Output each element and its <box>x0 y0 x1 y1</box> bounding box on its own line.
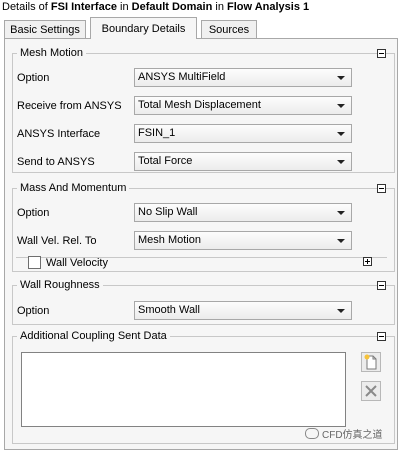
chevron-down-icon <box>337 160 345 164</box>
wall-roughness-title: Wall Roughness <box>17 279 103 292</box>
watermark-icon <box>305 428 319 439</box>
send-to-ansys-label: Send to ANSYS <box>17 156 95 168</box>
chevron-down-icon <box>337 211 345 215</box>
send-to-ansys-dropdown[interactable]: Total Force <box>134 152 352 171</box>
mesh-option-value: ANSYS MultiField <box>138 71 226 83</box>
ansys-interface-label: ANSYS Interface <box>17 128 101 140</box>
title-analysis: Flow Analysis 1 <box>227 1 310 13</box>
coupling-title: Additional Coupling Sent Data <box>17 330 170 343</box>
chevron-down-icon <box>337 309 345 313</box>
tab-basic-settings[interactable]: Basic Settings <box>4 20 86 38</box>
new-item-button[interactable] <box>361 352 381 372</box>
tab-bar: Basic Settings Boundary Details Sources <box>0 17 402 39</box>
receive-from-ansys-value: Total Mesh Displacement <box>138 99 261 111</box>
wall-velocity-subgroup: Wall Velocity <box>16 256 387 270</box>
send-to-ansys-value: Total Force <box>138 155 193 167</box>
wall-vel-rel-to-dropdown[interactable]: Mesh Motion <box>134 231 352 250</box>
title-in-2: in <box>212 1 228 13</box>
mesh-option-dropdown[interactable]: ANSYS MultiField <box>134 68 352 87</box>
wall-velocity-label: Wall Velocity <box>46 257 108 269</box>
title-object: FSI Interface <box>50 1 117 13</box>
tab-boundary-details[interactable]: Boundary Details <box>90 17 197 39</box>
receive-from-ansys-label: Receive from ANSYS <box>17 100 122 112</box>
watermark: CFD仿真之道 <box>305 426 383 441</box>
chevron-down-icon <box>337 104 345 108</box>
mass-option-label: Option <box>17 207 50 219</box>
title-prefix: Details of <box>2 1 51 13</box>
watermark-text: CFD仿真之道 <box>322 430 383 441</box>
mesh-option-label: Option <box>17 72 50 84</box>
chevron-down-icon <box>337 132 345 136</box>
tab-sources[interactable]: Sources <box>201 20 257 38</box>
wall-vel-rel-to-value: Mesh Motion <box>138 234 201 246</box>
wall-velocity-checkbox[interactable] <box>28 256 41 269</box>
wall-roughness-collapse-icon[interactable] <box>377 281 386 290</box>
mesh-motion-title: Mesh Motion <box>17 47 86 60</box>
mass-option-value: No Slip Wall <box>138 206 198 218</box>
mass-momentum-group: Mass And Momentum Option No Slip Wall Wa… <box>12 182 395 272</box>
ansys-interface-value: FSIN_1 <box>138 127 176 139</box>
mass-momentum-collapse-icon[interactable] <box>377 184 386 193</box>
coupling-collapse-icon[interactable] <box>377 332 386 341</box>
mesh-motion-collapse-icon[interactable] <box>377 49 386 58</box>
chevron-down-icon <box>337 239 345 243</box>
delete-item-button[interactable] <box>361 381 381 401</box>
wall-velocity-expand-icon[interactable] <box>363 257 372 266</box>
ansys-interface-dropdown[interactable]: FSIN_1 <box>134 124 352 143</box>
roughness-option-value: Smooth Wall <box>138 304 200 316</box>
wall-vel-rel-to-label: Wall Vel. Rel. To <box>17 235 97 247</box>
roughness-option-dropdown[interactable]: Smooth Wall <box>134 301 352 320</box>
mass-momentum-title: Mass And Momentum <box>17 182 130 195</box>
receive-from-ansys-dropdown[interactable]: Total Mesh Displacement <box>134 96 352 115</box>
title-domain: Default Domain <box>131 1 213 13</box>
title-in-1: in <box>116 1 132 13</box>
coupling-data-list[interactable] <box>21 352 346 427</box>
wall-roughness-group: Wall Roughness Option Smooth Wall <box>12 279 395 325</box>
mass-option-dropdown[interactable]: No Slip Wall <box>134 203 352 222</box>
new-item-icon <box>364 354 377 370</box>
delete-icon <box>365 385 377 397</box>
mesh-motion-group: Mesh Motion Option ANSYS MultiField Rece… <box>12 47 395 173</box>
details-title: Details of FSI Interface in Default Doma… <box>0 0 402 16</box>
roughness-option-label: Option <box>17 305 50 317</box>
chevron-down-icon <box>337 76 345 80</box>
